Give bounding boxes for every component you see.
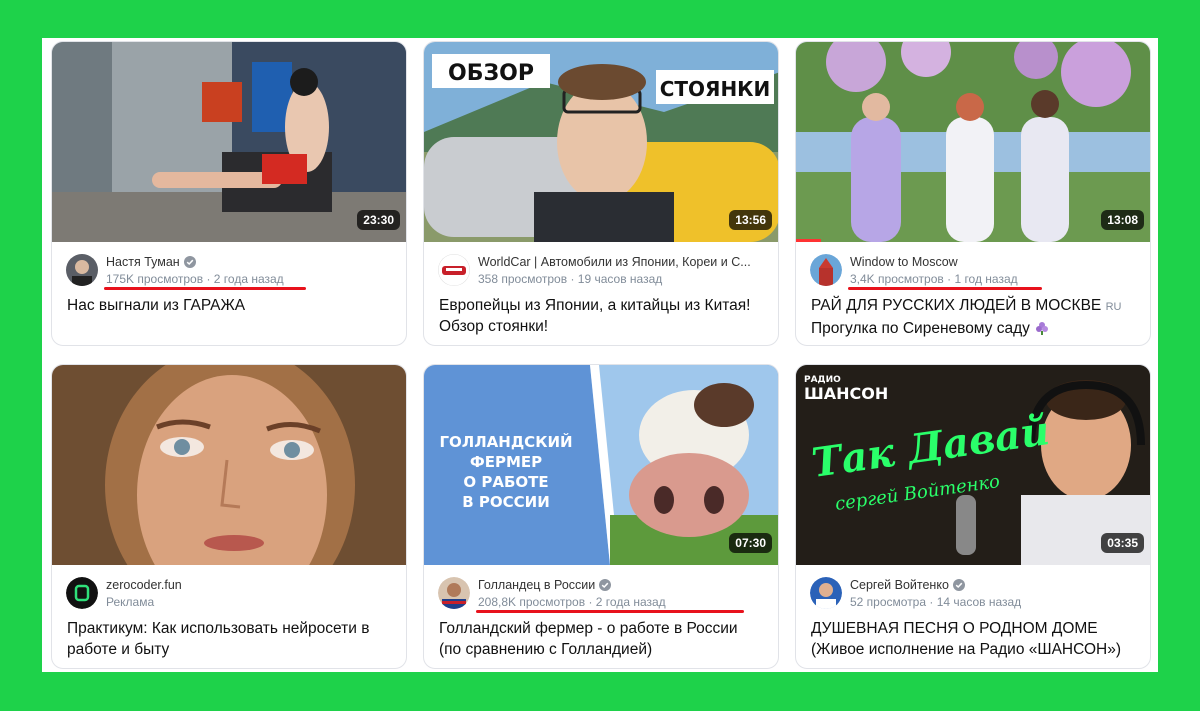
video-title[interactable]: Европейцы из Японии, а китайцы из Китая!… bbox=[439, 295, 764, 337]
channel-avatar[interactable] bbox=[810, 577, 842, 609]
video-title[interactable]: Практикум: Как использовать нейросети в … bbox=[67, 618, 392, 660]
video-title[interactable]: ДУШЕВНАЯ ПЕСНЯ О РОДНОМ ДОМЕ (Живое испо… bbox=[811, 618, 1136, 660]
thumbnail-image-cow: ГОЛЛАНДСКИЙ ФЕРМЕР О РАБОТЕ В РОССИИ bbox=[424, 365, 778, 565]
channel-name[interactable]: WorldCar | Автомобили из Японии, Кореи и… bbox=[478, 255, 766, 269]
language-badge: RU bbox=[1105, 301, 1122, 313]
video-thumbnail[interactable]: ГОЛЛАНДСКИЙ ФЕРМЕР О РАБОТЕ В РОССИИ 07:… bbox=[424, 365, 778, 565]
verified-icon bbox=[183, 256, 196, 268]
video-card[interactable]: 13:08 Window to Moscow 3,4K просмотров ·… bbox=[795, 41, 1151, 346]
channel-avatar[interactable] bbox=[438, 254, 470, 286]
duration-badge: 23:30 bbox=[357, 210, 400, 230]
video-title[interactable]: РАЙ ДЛЯ РУССКИХ ЛЮДЕЙ В МОСКВЕ RU Прогул… bbox=[811, 295, 1136, 339]
video-card[interactable]: ОБЗОР СТОЯНКИ 13:56 WorldCar | Автомобил… bbox=[423, 41, 779, 346]
video-card[interactable]: ГОЛЛАНДСКИЙ ФЕРМЕР О РАБОТЕ В РОССИИ 07:… bbox=[423, 364, 779, 669]
red-underline bbox=[848, 287, 1042, 290]
thumbnail-image-garden bbox=[796, 42, 1150, 242]
channel-name[interactable]: zerocoder.fun bbox=[106, 578, 394, 592]
thumbnail-image-radio-studio: РАДИО ШАНСОН Так Давай сергей Войтенко bbox=[796, 365, 1150, 565]
channel-avatar[interactable] bbox=[66, 254, 98, 286]
lilac-flower-icon bbox=[1036, 322, 1049, 335]
channel-name[interactable]: Window to Moscow bbox=[850, 255, 1138, 269]
video-thumbnail[interactable]: ОБЗОР СТОЯНКИ 13:56 bbox=[424, 42, 778, 242]
video-thumbnail[interactable]: 23:30 bbox=[52, 42, 406, 242]
thumbnail-image-garage bbox=[52, 42, 406, 242]
ad-label: Реклама bbox=[106, 595, 155, 609]
channel-name[interactable]: Сергей Войтенко bbox=[850, 578, 1138, 592]
video-grid: 23:30 Настя Туман 175K просмотров · 2 го… bbox=[51, 41, 1151, 671]
duration-badge: 07:30 bbox=[729, 533, 772, 553]
video-stats: 3,4K просмотров · 1 год назад bbox=[850, 272, 1018, 286]
watch-progress-bar bbox=[796, 239, 821, 242]
channel-avatar[interactable] bbox=[438, 577, 470, 609]
thumbnail-image-cars: ОБЗОР СТОЯНКИ bbox=[424, 42, 778, 242]
video-stats: 208,8K просмотров · 2 года назад bbox=[478, 595, 666, 609]
thumb-text-right: СТОЯНКИ bbox=[660, 77, 771, 101]
channel-name[interactable]: Голландец в России bbox=[478, 578, 766, 592]
radio-logo-station: ШАНСОН bbox=[804, 384, 888, 403]
duration-badge: 13:56 bbox=[729, 210, 772, 230]
video-title[interactable]: Нас выгнали из ГАРАЖА bbox=[67, 295, 392, 316]
video-thumbnail[interactable] bbox=[52, 365, 406, 565]
thumb-text-left: ОБЗОР bbox=[448, 61, 534, 86]
verified-icon bbox=[599, 579, 612, 591]
red-underline bbox=[104, 287, 306, 290]
thumb-text-line4: В РОССИИ bbox=[462, 493, 550, 511]
thumbnail-image-portrait bbox=[52, 365, 406, 565]
channel-avatar[interactable] bbox=[810, 254, 842, 286]
thumb-text-line3: О РАБОТЕ bbox=[463, 473, 548, 491]
video-thumbnail[interactable]: РАДИО ШАНСОН Так Давай сергей Войтенко 0… bbox=[796, 365, 1150, 565]
video-stats: 175K просмотров · 2 года назад bbox=[106, 272, 284, 286]
video-stats: 358 просмотров · 19 часов назад bbox=[478, 272, 663, 286]
video-title[interactable]: Голландский фермер - о работе в России (… bbox=[439, 618, 764, 660]
video-thumbnail[interactable]: 13:08 bbox=[796, 42, 1150, 242]
thumb-text-line2: ФЕРМЕР bbox=[470, 453, 542, 471]
verified-icon bbox=[952, 579, 965, 591]
duration-badge: 03:35 bbox=[1101, 533, 1144, 553]
duration-badge: 13:08 bbox=[1101, 210, 1144, 230]
thumb-text-line1: ГОЛЛАНДСКИЙ bbox=[439, 432, 572, 451]
channel-avatar[interactable] bbox=[66, 577, 98, 609]
channel-name[interactable]: Настя Туман bbox=[106, 255, 394, 269]
red-underline bbox=[476, 610, 744, 613]
video-card[interactable]: zerocoder.fun Реклама Практикум: Как исп… bbox=[51, 364, 407, 669]
video-stats: 52 просмотра · 14 часов назад bbox=[850, 595, 1022, 609]
video-card[interactable]: 23:30 Настя Туман 175K просмотров · 2 го… bbox=[51, 41, 407, 346]
screenshot-frame: 23:30 Настя Туман 175K просмотров · 2 го… bbox=[42, 38, 1158, 672]
video-card[interactable]: РАДИО ШАНСОН Так Давай сергей Войтенко 0… bbox=[795, 364, 1151, 669]
